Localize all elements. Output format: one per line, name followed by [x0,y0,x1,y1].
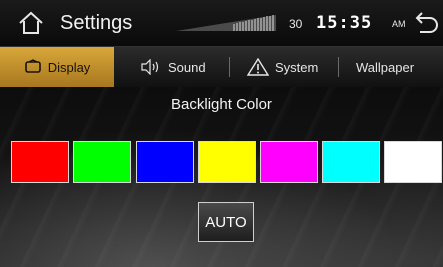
tab-label-display: Display [47,59,91,75]
warning-icon [247,58,269,76]
page-title: Settings [60,12,133,34]
tab-bar: Display Sound System Wallpaper [0,46,443,87]
tab-divider [229,57,230,77]
color-swatch-green[interactable] [73,141,131,183]
tab-display[interactable]: Display [0,47,114,87]
tab-label-wallpaper: Wallpaper [356,59,415,75]
display-icon [24,59,41,73]
clock-ampm: AM [392,19,406,29]
auto-button[interactable]: AUTO [198,202,254,242]
tab-divider [338,57,339,77]
color-swatch-row [11,141,443,183]
header-bar: Settings 30 15:35 AM [0,0,443,46]
backlight-color-title: Backlight Color [171,96,272,113]
clock-time: 15:35 [316,13,373,33]
speaker-icon [141,59,159,75]
color-swatch-cyan[interactable] [322,141,380,183]
tab-sound[interactable]: Sound [140,47,220,87]
color-swatch-blue[interactable] [136,141,194,183]
color-swatch-yellow[interactable] [198,141,256,183]
tab-label-system: System [275,59,319,75]
back-icon[interactable] [412,12,440,34]
home-icon[interactable] [18,11,44,35]
date-day: 30 [289,17,303,31]
tab-label-sound: Sound [168,59,206,75]
signal-strength-icon [176,15,276,31]
color-swatch-white[interactable] [384,141,442,183]
settings-screen: Settings 30 15:35 AM Display Sound Syste… [0,0,443,267]
color-swatch-red[interactable] [11,141,69,183]
color-swatch-magenta[interactable] [260,141,318,183]
tab-system[interactable]: System [247,47,337,87]
tab-wallpaper[interactable]: Wallpaper [356,47,443,87]
